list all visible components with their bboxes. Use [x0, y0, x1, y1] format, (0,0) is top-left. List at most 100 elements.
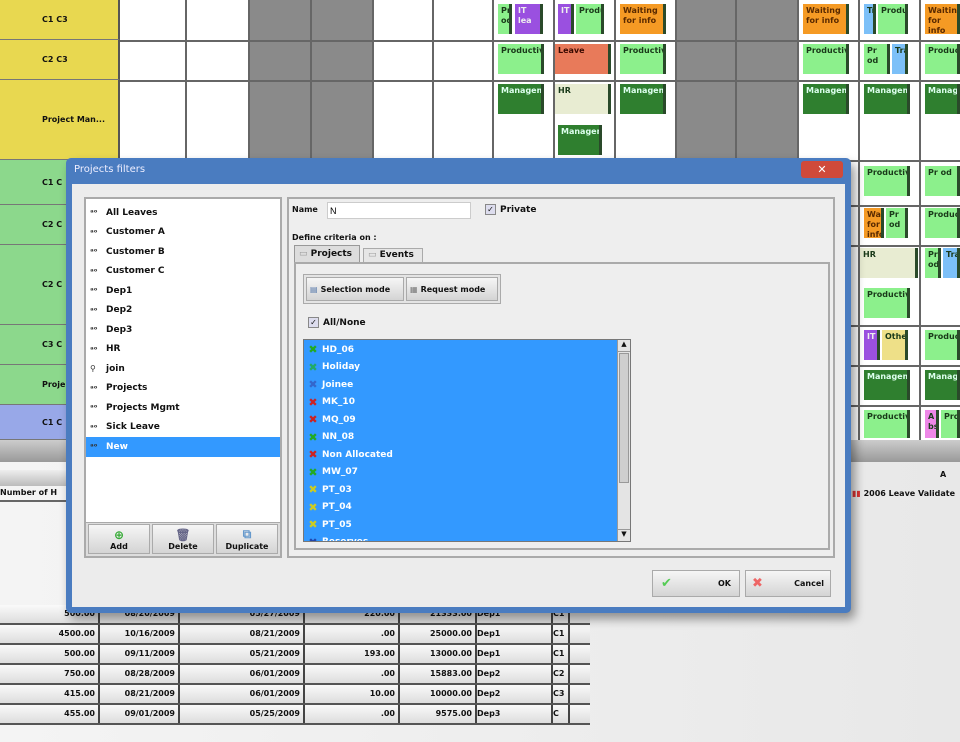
project-item[interactable]: ✖ PT_05 — [304, 516, 630, 534]
tab-projects[interactable]: ▭ Projects — [294, 245, 360, 262]
event[interactable]: Management — [558, 125, 602, 155]
table-row[interactable]: 455.00 09/01/2009 05/25/2009.00 9575.00 Dep3… — [0, 705, 590, 725]
close-button[interactable]: ✕ — [801, 161, 843, 178]
table-row[interactable]: 500.00 09/11/2009 05/21/2009 193.00 13000.00… — [0, 645, 590, 665]
event[interactable]: Productive — [925, 330, 960, 360]
filter-item[interactable]: ᵃᵒ Customer A — [86, 223, 280, 243]
project-item[interactable]: ✖ HD_06 — [304, 341, 630, 359]
event[interactable]: Productive — [878, 4, 908, 34]
filter-item[interactable]: ᵃᵒ Customer B — [86, 242, 280, 262]
table-cell: C1 — [553, 625, 570, 643]
event[interactable]: IT — [864, 330, 880, 360]
event[interactable]: Pr od — [864, 44, 890, 74]
filter-item[interactable]: ᵃᵒ Dep3 — [86, 320, 280, 340]
table-row[interactable]: 4500.00 10/16/2009 08/21/2009.00 25000.00 De… — [0, 625, 590, 645]
project-list[interactable]: ✖ HD_06 ✖ Holiday ✖ Joinee ✖ MK_10 ✖ MQ_09 ✖ NN_08 ✖… — [303, 339, 631, 542]
project-item[interactable]: ✖ PT_03 — [304, 481, 630, 499]
event[interactable]: Productive — [864, 288, 910, 318]
project-item[interactable]: ✖ MW_07 — [304, 464, 630, 482]
event[interactable]: Management — [803, 84, 849, 114]
filter-item[interactable]: ᵃᵒ HR — [86, 340, 280, 360]
event[interactable]: Productive — [803, 44, 849, 74]
row-label[interactable]: Project Man... — [0, 80, 120, 160]
column-header[interactable]: A — [940, 470, 946, 479]
ok-button[interactable]: ✔ OK — [652, 570, 740, 597]
project-item[interactable]: ✖ PT_04 — [304, 499, 630, 517]
event[interactable]: Productive — [864, 410, 910, 438]
table-row[interactable]: 750.00 08/28/2009 06/01/2009.00 15883.00 Dep… — [0, 665, 590, 685]
filter-item[interactable]: ᵃᵒ Dep1 — [86, 281, 280, 301]
filter-item[interactable]: ᵃᵒ Customer C — [86, 262, 280, 282]
event[interactable]: Productive — [620, 44, 666, 74]
event[interactable]: Waiting for info — [620, 4, 666, 34]
event[interactable]: Management — [498, 84, 544, 114]
checkbox-icon: ✓ — [485, 204, 496, 215]
row-label[interactable]: C1 C3 — [0, 0, 120, 40]
delete-button[interactable]: 🗑 Delete — [152, 524, 214, 554]
leave-validate-item[interactable]: ▮▮ 2006 Leave Validate — [852, 489, 955, 498]
all-none-checkbox[interactable]: ✓ All/None — [308, 317, 366, 328]
name-input[interactable] — [327, 202, 471, 219]
add-button[interactable]: ⊕ Add — [88, 524, 150, 554]
event[interactable]: Waiting for info — [925, 4, 960, 34]
project-item[interactable]: ✖ Holiday — [304, 359, 630, 377]
table-row[interactable]: 415.00 08/21/2009 06/01/2009 10.00 10000.00 D… — [0, 685, 590, 705]
event[interactable]: Management — [864, 370, 910, 400]
event[interactable]: Tra — [943, 248, 960, 278]
event[interactable]: Productive — [864, 166, 910, 196]
event[interactable]: Management — [925, 370, 960, 400]
event[interactable]: Produc — [941, 410, 960, 438]
event[interactable]: Tra — [892, 44, 908, 74]
cancel-button[interactable]: ✖ Cancel — [745, 570, 831, 597]
tab-events[interactable]: ▭ Events — [363, 248, 423, 262]
event[interactable]: HR — [555, 84, 611, 114]
event[interactable]: Produc — [576, 4, 604, 34]
private-checkbox[interactable]: ✓ Private — [485, 204, 536, 215]
table-cell: 25000.00 — [400, 625, 477, 643]
event[interactable]: Pr od — [886, 208, 908, 238]
duplicate-button[interactable]: ⧉ Duplicate — [216, 524, 278, 554]
filter-item[interactable]: ᵃᵒ Dep2 — [86, 301, 280, 321]
event[interactable]: IT lea — [515, 4, 543, 34]
event[interactable]: Management — [620, 84, 666, 114]
scrollbar-thumb[interactable] — [619, 353, 629, 483]
event[interactable]: IT — [558, 4, 574, 34]
project-icon: ✖ — [308, 448, 318, 462]
selection-mode-button[interactable]: ▤ Selection mode — [306, 277, 404, 301]
event[interactable]: Leave — [555, 44, 611, 74]
name-label: Name — [292, 205, 318, 214]
request-mode-button[interactable]: ▦ Request mode — [406, 277, 498, 301]
filter-item[interactable]: ᵃᵒ New — [86, 437, 280, 457]
project-item[interactable]: ✖ MK_10 — [304, 394, 630, 412]
event[interactable]: Pr od — [925, 248, 941, 278]
event[interactable]: Productive — [925, 208, 960, 238]
project-item[interactable]: ✖ NN_08 — [304, 429, 630, 447]
project-item[interactable]: ✖ MQ_09 — [304, 411, 630, 429]
project-item[interactable]: ✖ Non Allocated — [304, 446, 630, 464]
filter-icon: ᵃᵒ — [90, 403, 98, 413]
event[interactable]: Productive — [925, 44, 960, 74]
event[interactable]: Productive — [498, 44, 544, 74]
project-item[interactable]: ✖Reserves — [304, 534, 630, 541]
event[interactable]: Waiting for info — [864, 208, 884, 238]
filter-item[interactable]: ᵃᵒ All Leaves — [86, 203, 280, 223]
filter-item[interactable]: ⚲ join — [86, 359, 280, 379]
event[interactable]: Waiting for info — [803, 4, 849, 34]
filter-item[interactable]: ᵃᵒ Projects Mgmt — [86, 398, 280, 418]
scrollbar[interactable]: ▲ ▼ — [617, 340, 630, 541]
event[interactable]: Management — [925, 84, 960, 114]
event[interactable]: Pr od — [925, 166, 960, 196]
event[interactable]: HR — [860, 248, 918, 278]
table-cell: Dep2 — [477, 665, 553, 683]
event[interactable]: Others — [882, 330, 908, 360]
event[interactable]: Tra — [864, 4, 876, 34]
filter-item[interactable]: ᵃᵒ Sick Leave — [86, 418, 280, 438]
project-icon: ✖ — [308, 518, 318, 532]
event[interactable]: A bs — [925, 410, 939, 438]
event[interactable]: Pr od — [498, 4, 512, 34]
table-cell: 10000.00 — [400, 685, 477, 703]
event[interactable]: Management — [864, 84, 910, 114]
filter-item[interactable]: ᵃᵒ Projects — [86, 379, 280, 399]
row-label[interactable]: C2 C3 — [0, 40, 120, 80]
project-item[interactable]: ✖ Joinee — [304, 376, 630, 394]
